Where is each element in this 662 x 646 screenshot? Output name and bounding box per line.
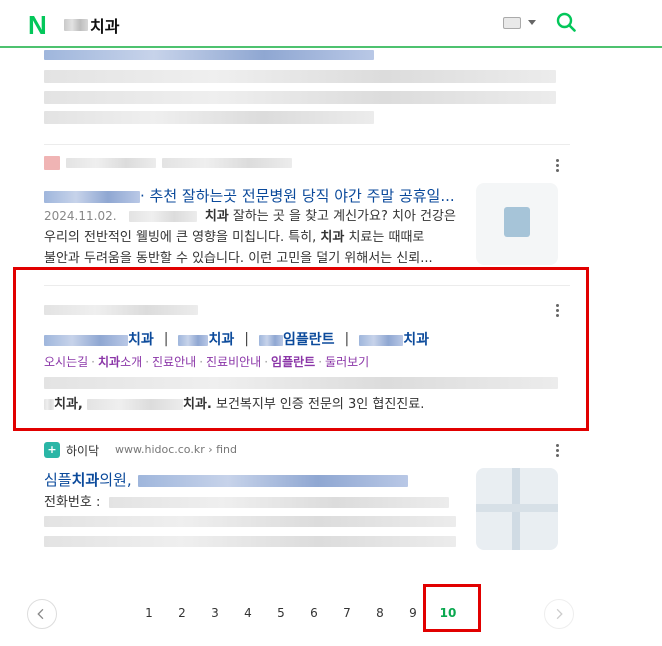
page-4[interactable]: 4 (238, 606, 258, 620)
site-name-blurred (66, 158, 156, 168)
site-url-blurred (162, 158, 292, 168)
search-header: N 치과 (0, 0, 662, 48)
search-query[interactable]: 치과 (64, 13, 119, 37)
page-9[interactable]: 9 (403, 606, 423, 620)
divider (44, 144, 570, 145)
query-text: 치과 (90, 17, 120, 36)
pagination: 1 2 3 4 5 6 7 8 9 10 (0, 584, 662, 634)
highlight-box (423, 584, 481, 632)
more-options-icon[interactable] (556, 444, 560, 459)
chevron-down-icon[interactable] (528, 20, 536, 25)
result-thumbnail[interactable] (476, 183, 558, 265)
chevron-right-icon (556, 608, 563, 620)
highlight-box (13, 267, 589, 431)
more-options-icon[interactable] (556, 159, 560, 174)
site-name[interactable]: 하이닥 (66, 442, 99, 459)
page-1[interactable]: 1 (139, 606, 159, 620)
result-thumbnail[interactable] (476, 468, 558, 550)
page-8[interactable]: 8 (370, 606, 390, 620)
prev-page-button[interactable] (27, 599, 57, 629)
result-snippet: 전화번호 : (44, 492, 464, 513)
result-title[interactable]: · 추천 잘하는곳 전문병원 당직 야간 주말 공휴일... (44, 185, 455, 206)
page-6[interactable]: 6 (304, 606, 324, 620)
hidoc-favicon: + (44, 442, 60, 458)
result-snippet: 2024.11.02. 치과 잘하는 곳 을 찾고 계신가요? 치아 건강은 우… (44, 209, 456, 266)
page-7[interactable]: 7 (337, 606, 357, 620)
site-url[interactable]: www.hidoc.co.kr › find (115, 443, 237, 456)
chevron-left-icon (37, 608, 44, 620)
query-blurred (64, 19, 88, 31)
page-2[interactable]: 2 (172, 606, 192, 620)
site-favicon (44, 156, 60, 170)
search-icon[interactable] (556, 12, 576, 32)
naver-logo[interactable]: N (28, 10, 47, 41)
page-5[interactable]: 5 (271, 606, 291, 620)
next-page-button[interactable] (544, 599, 574, 629)
keyboard-icon[interactable] (503, 17, 521, 29)
page-3[interactable]: 3 (205, 606, 225, 620)
result-title[interactable]: 심플치과의원, (44, 469, 409, 490)
post-date: 2024.11.02. (44, 209, 117, 223)
